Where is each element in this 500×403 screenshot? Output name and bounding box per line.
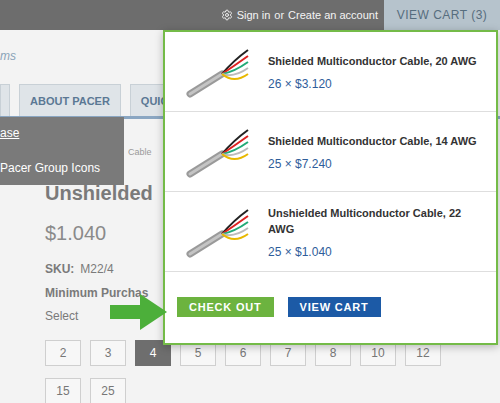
quantity-button[interactable]: 25 [90,378,126,403]
cart-item-image [170,42,268,102]
dropdown-item[interactable]: ase [0,126,124,141]
page: Sign inorCreate an accountVIEW CART (3)m… [0,0,500,403]
arrow-icon [110,292,168,332]
checkout-button[interactable]: CHECK OUT [177,297,274,317]
dropdown-menu: ase Pacer Group Icons [0,117,124,185]
cart-item[interactable]: Shielded Multiconductor Cable, 20 AWG 26 … [165,32,496,112]
nav-tab[interactable]: ABOUT PACER [19,84,121,116]
cart-actions: CHECK OUT VIEW CART [165,272,496,343]
cart-item[interactable]: Unshielded Multiconductor Cable, 22 AWG 2… [165,192,496,272]
cart-popup: Shielded Multiconductor Cable, 20 AWG 26 … [163,30,498,345]
cart-item-name[interactable]: Unshielded Multiconductor Cable, 22 AWG [268,205,483,237]
or-text: or [274,9,284,21]
cart-item-name[interactable]: Shielded Multiconductor Cable, 14 AWG [268,133,483,149]
gear-icon [221,9,233,21]
quantity-options: 234567810121525 [45,340,465,403]
quantity-button[interactable]: 15 [45,378,81,403]
cart-item-image [170,202,268,262]
cable-photo-icon [184,122,254,182]
quantity-button[interactable]: 3 [90,340,126,366]
top-bar: Sign inor Create an account VIEW CART (3) [0,0,500,30]
cart-item-price: 25 × $1.040 [268,245,483,259]
cart-item[interactable]: Shielded Multiconductor Cable, 14 AWG 25 … [165,112,496,192]
nav-tab[interactable] [0,84,10,116]
sign-in-link[interactable]: Sign in [237,9,271,21]
create-account-link[interactable]: Create an account [288,9,378,21]
view-cart-header-button[interactable]: VIEW CART (3) [384,0,500,30]
cart-item-image [170,122,268,182]
account-links: Sign inor Create an account [221,0,378,30]
cart-item-name[interactable]: Shielded Multiconductor Cable, 20 AWG [268,53,483,69]
quantity-button[interactable]: 2 [45,340,81,366]
dropdown-item[interactable]: Pacer Group Icons [0,161,124,176]
cart-item-price: 25 × $7.240 [268,157,483,171]
cart-item-price: 26 × $3.120 [268,77,483,91]
cable-photo-icon [184,202,254,262]
view-cart-button[interactable]: VIEW CART [288,297,381,317]
cable-photo-icon [184,42,254,102]
